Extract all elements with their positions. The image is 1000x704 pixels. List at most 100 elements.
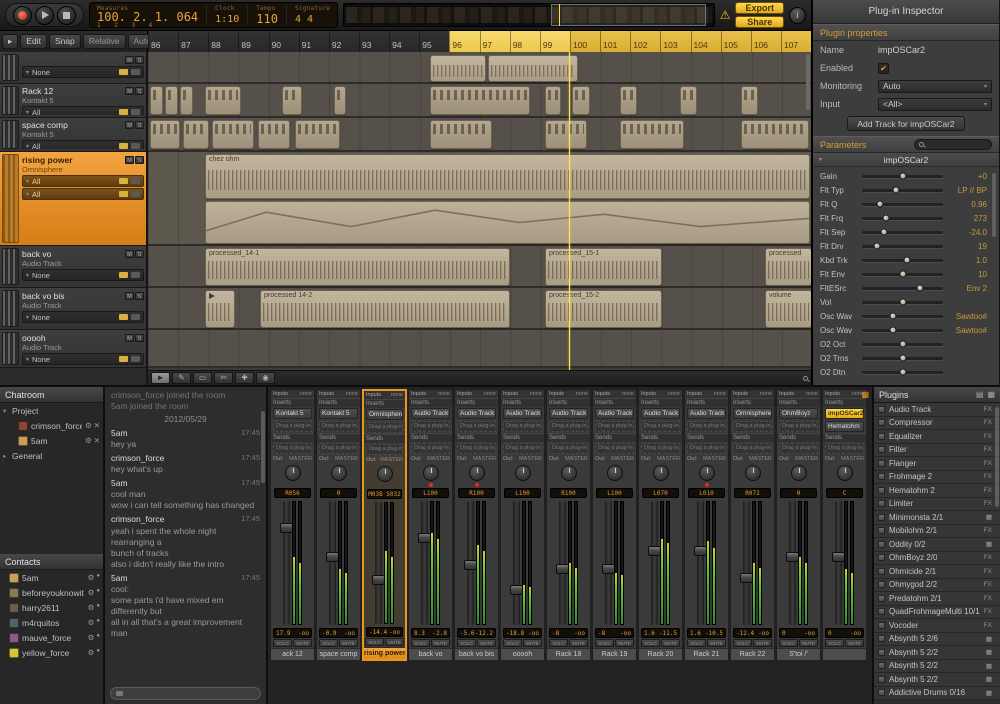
empty-send-slot[interactable]: Drag a plug-in	[319, 443, 358, 454]
vertical-scrollbar[interactable]	[806, 54, 810, 110]
device-header[interactable]: ▾ impOSCar2	[813, 153, 999, 167]
pan-knob[interactable]	[745, 465, 761, 481]
pan-knob[interactable]	[331, 465, 347, 481]
pan-display[interactable]: 0	[780, 488, 817, 498]
plugin-list-item[interactable]: Predatohm 2/1 FX	[874, 592, 1000, 606]
mixer-strip[interactable]: InputsnoneInsertsAudio TrackDrag a plug-…	[454, 389, 499, 661]
ruler-bar[interactable]: 98	[510, 31, 540, 52]
insert-slot[interactable]: Omnisphere	[733, 408, 772, 419]
parameter-row[interactable]: Osc Wav Sawtoo#	[820, 323, 987, 337]
strip-track-name[interactable]: Rack 19	[593, 648, 636, 660]
plugin-list-item[interactable]: Absynth 5 2/6 ▦	[874, 633, 1000, 647]
volume-fader[interactable]	[835, 501, 842, 625]
slider-knob[interactable]	[893, 187, 900, 194]
out-bus[interactable]: MASTER	[611, 456, 634, 462]
parameter-slider[interactable]	[862, 315, 943, 318]
solo-button[interactable]: SOLO	[687, 639, 706, 647]
mixer-strip[interactable]: InputsnoneInsertsAudio TrackDrag a plug-…	[592, 389, 637, 661]
audio-clip[interactable]: processed	[765, 248, 811, 286]
midi-clip[interactable]	[180, 86, 193, 115]
insert-slot[interactable]: Hematohm	[825, 421, 864, 432]
ruler-bar[interactable]: 86	[148, 31, 178, 52]
grid-view-icon[interactable]: ▦	[987, 390, 995, 399]
ruler-bar[interactable]: 96	[449, 31, 479, 52]
pan-display[interactable]: M038 S032	[367, 489, 402, 499]
contact-item[interactable]: 5am ⚙ ●	[0, 570, 103, 585]
track-header[interactable]: back vo bisMSAudio Track▾None	[0, 288, 146, 330]
parameter-row[interactable]: Flt Q 0.96	[820, 197, 987, 211]
parameter-row[interactable]: Kbd Trk 1.0	[820, 253, 987, 267]
empty-send-slot[interactable]: Drag a plug-in	[687, 443, 726, 454]
ruler-bar[interactable]: 101	[600, 31, 630, 52]
midi-clip[interactable]	[545, 120, 587, 149]
none-tab[interactable]: none	[806, 391, 818, 397]
pan-knob[interactable]	[377, 466, 393, 482]
pan-display[interactable]: 0	[320, 488, 357, 498]
empty-insert-slot[interactable]: Drag a plug-in	[779, 421, 818, 432]
parameter-slider[interactable]	[862, 371, 943, 374]
inputs-tab[interactable]: Inputs	[549, 391, 564, 397]
snap-button[interactable]: Snap	[49, 34, 81, 49]
pan-knob[interactable]	[469, 465, 485, 481]
slider-knob[interactable]	[873, 243, 880, 250]
chat-tree-item[interactable]: ▾ Project ⚙ ✕	[0, 403, 103, 418]
inputs-tab[interactable]: Inputs	[687, 391, 702, 397]
empty-send-slot[interactable]: Drag a plug-in	[733, 443, 772, 454]
out-bus[interactable]: MASTER	[657, 456, 680, 462]
solo-button[interactable]: S	[135, 334, 144, 342]
ruler-bar[interactable]: 106	[751, 31, 781, 52]
plugin-list-item[interactable]: Oddity 0/2 ▦	[874, 538, 1000, 552]
slider-knob[interactable]	[889, 327, 896, 334]
automation-clip[interactable]	[205, 201, 810, 244]
insert-slot[interactable]: Omnisphere	[366, 409, 403, 420]
contact-item[interactable]: mauve_force ⚙ ●	[0, 630, 103, 645]
pan-display[interactable]: L100	[412, 488, 449, 498]
panel-toggle-button[interactable]: ▸	[2, 34, 18, 49]
chat-input[interactable]	[110, 687, 261, 700]
mute-button[interactable]: MUTE	[661, 639, 680, 647]
scissors-tool[interactable]: ✄	[214, 372, 233, 384]
mixer-strip[interactable]: InputsnoneInsertsAudio TrackDrag a plug-…	[684, 389, 729, 661]
info-button[interactable]: i	[789, 7, 806, 24]
gear-icon[interactable]: ⚙	[85, 436, 92, 445]
play-button[interactable]	[35, 6, 54, 25]
volume-fader[interactable]	[697, 501, 704, 625]
inputs-tab[interactable]: Inputs	[641, 391, 656, 397]
grid-icon[interactable]: ▦	[861, 390, 869, 399]
mute-button[interactable]: M	[125, 121, 134, 129]
edit-button[interactable]: Edit	[20, 34, 47, 49]
pan-display[interactable]: C	[826, 488, 863, 498]
ruler-bar[interactable]: 94	[389, 31, 419, 52]
inputs-tab[interactable]: Inputs	[733, 391, 748, 397]
input-selector[interactable]: ▾All	[22, 175, 144, 187]
overview-view-window[interactable]	[551, 4, 706, 26]
inputs-tab[interactable]: Inputs	[319, 391, 334, 397]
export-button[interactable]: Export	[735, 2, 784, 14]
volume-fader[interactable]	[375, 502, 382, 624]
track-header[interactable]: space compMSKontakt 5▾All	[0, 118, 146, 152]
enabled-checkbox[interactable]: ✔	[878, 63, 889, 74]
input-dropdown[interactable]: <All> ▾	[878, 98, 992, 111]
add-track-button[interactable]: Add Track for impOSCar2	[847, 116, 964, 131]
solo-button[interactable]: SOLO	[273, 639, 292, 647]
parameters-section-header[interactable]: Parameters	[813, 136, 999, 153]
gain-display[interactable]: 0-oo	[779, 628, 818, 638]
empty-insert-slot[interactable]: Drag a plug-in	[411, 421, 450, 432]
plugin-list-item[interactable]: Ohmicide 2/1 FX	[874, 565, 1000, 579]
parameter-row[interactable]: FltESrc Env 2	[820, 281, 987, 295]
share-button[interactable]: Share	[735, 16, 784, 28]
gain-display[interactable]: 0-oo	[825, 628, 864, 638]
inputs-tab[interactable]: Inputs	[825, 391, 840, 397]
audio-clip[interactable]: processed_15-2	[545, 290, 662, 328]
audio-clip[interactable]: processed_15-1	[545, 248, 662, 286]
slider-knob[interactable]	[883, 215, 890, 222]
clock-value[interactable]: 1:10	[215, 14, 239, 25]
pan-knob[interactable]	[837, 465, 853, 481]
pan-display[interactable]: L100	[596, 488, 633, 498]
audio-clip[interactable]	[430, 55, 486, 82]
empty-send-slot[interactable]: Drag a plug-in	[595, 443, 634, 454]
out-bus[interactable]: MASTER	[289, 456, 312, 462]
input-selector[interactable]: ▾All	[22, 140, 144, 149]
mute-button[interactable]: MUTE	[431, 639, 450, 647]
plugin-list-item[interactable]: Addictive Drums 0/16 ▦	[874, 687, 1000, 701]
